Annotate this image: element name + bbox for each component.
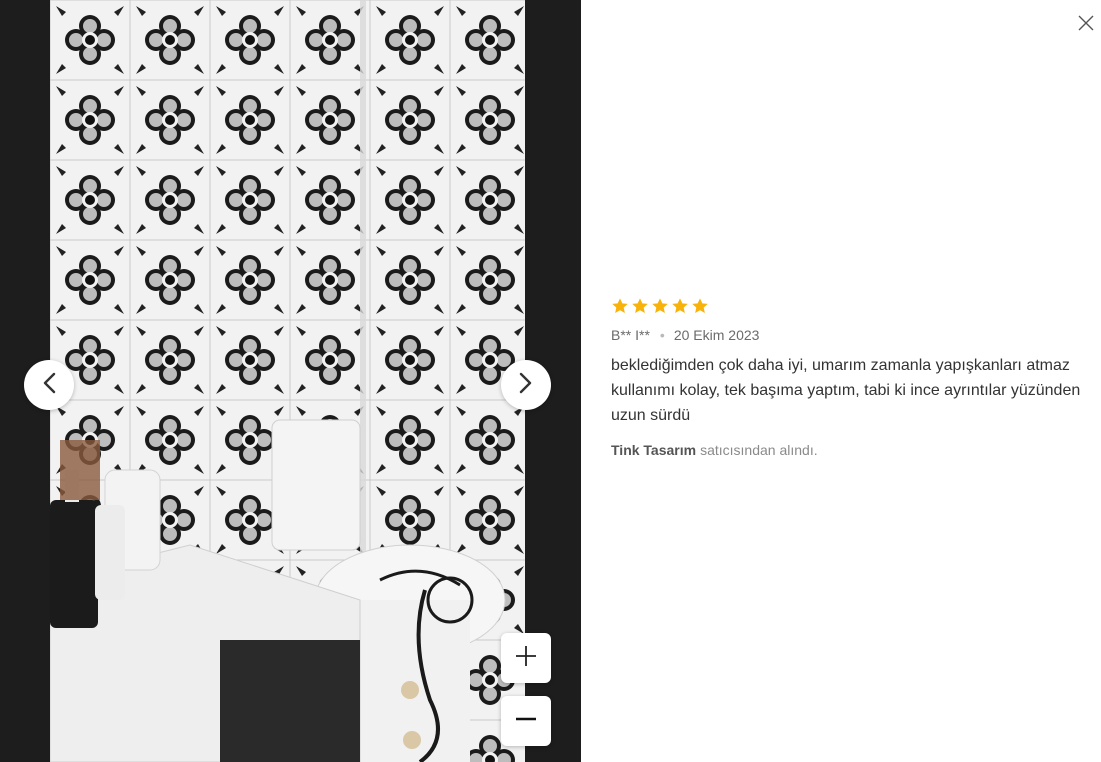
zoom-out-button[interactable] (501, 696, 551, 746)
image-viewer (0, 0, 581, 762)
separator-dot-icon: • (659, 327, 665, 343)
seller-suffix: satıcısından alındı. (700, 442, 818, 458)
star-icon (651, 297, 669, 320)
seller-info: Tink Tasarım satıcısından alındı. (611, 442, 1091, 458)
star-icon (631, 297, 649, 320)
star-icon (691, 297, 709, 320)
zoom-in-button[interactable] (501, 633, 551, 683)
star-rating (611, 297, 1091, 320)
star-icon (611, 297, 629, 320)
review-author: B** I** (611, 327, 650, 343)
close-icon (1078, 15, 1094, 36)
previous-image-button[interactable] (24, 360, 74, 410)
minus-icon (514, 707, 538, 736)
review-meta: B** I** • 20 Ekim 2023 (611, 327, 1091, 343)
review-comment: beklediğimden çok daha iyi, umarım zaman… (611, 357, 1081, 424)
review-panel: B** I** • 20 Ekim 2023 beklediğimden çok… (611, 297, 1091, 458)
next-image-button[interactable] (501, 360, 551, 410)
chevron-right-icon (518, 372, 534, 399)
review-photo (50, 0, 525, 762)
plus-icon (514, 644, 538, 673)
seller-name: Tink Tasarım (611, 442, 697, 458)
chevron-left-icon (41, 372, 57, 399)
review-date: 20 Ekim 2023 (673, 327, 760, 343)
star-icon (671, 297, 689, 320)
close-button[interactable] (1074, 13, 1098, 37)
